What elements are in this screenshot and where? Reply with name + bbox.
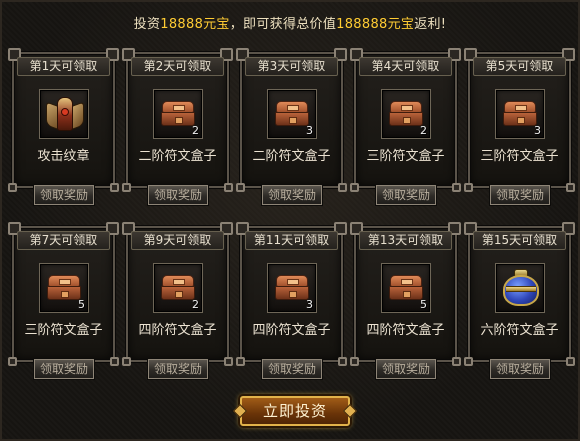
item-name: 三阶符文盒子 — [480, 149, 559, 164]
banner-middle: ，即可获得总价值 — [229, 16, 337, 32]
investment-panel: 投资 18888元宝 ，即可获得总价值 188888元宝 返利! 第1天可领取 攻击纹章… — [0, 0, 580, 441]
item-name: 三阶符文盒子 — [366, 149, 445, 164]
rune-box-icon — [161, 275, 195, 301]
rune-box-icon — [503, 101, 537, 127]
day-label: 第11天可领取 — [245, 231, 338, 250]
day-label: 第15天可领取 — [473, 231, 566, 250]
rune-box-icon — [275, 275, 309, 301]
rune-box-icon — [275, 101, 309, 127]
item-slot[interactable] — [39, 89, 89, 139]
rune-box-icon — [389, 101, 423, 127]
claim-reward-button[interactable]: 领取奖励 — [375, 184, 437, 206]
item-name: 四阶符文盒子 — [138, 323, 217, 338]
day-label: 第1天可领取 — [17, 57, 110, 76]
reward-grid: 第1天可领取 攻击纹章 领取奖励 第2天可领取 2 二阶符文盒子 领取奖励 第3… — [8, 42, 577, 384]
rune-box-icon — [389, 275, 423, 301]
banner-amount: 18888元宝 — [160, 16, 230, 32]
item-name: 二阶符文盒子 — [252, 149, 331, 164]
reward-card: 第13天可领取 5 四阶符文盒子 领取奖励 — [350, 216, 463, 384]
item-count: 2 — [192, 124, 199, 137]
claim-reward-button[interactable]: 领取奖励 — [261, 184, 323, 206]
claim-reward-button[interactable]: 领取奖励 — [489, 184, 551, 206]
claim-reward-button[interactable]: 领取奖励 — [33, 358, 95, 380]
reward-card: 第5天可领取 3 三阶符文盒子 领取奖励 — [464, 42, 577, 210]
item-slot[interactable] — [495, 263, 545, 313]
item-name: 攻击纹章 — [37, 149, 90, 164]
rune-box-icon — [161, 101, 195, 127]
item-count: 3 — [306, 124, 313, 137]
item-slot[interactable]: 3 — [267, 263, 317, 313]
item-name: 四阶符文盒子 — [366, 323, 445, 338]
claim-reward-button[interactable]: 领取奖励 — [489, 358, 551, 380]
item-slot[interactable]: 5 — [381, 263, 431, 313]
rune-box-icon — [47, 275, 81, 301]
item-count: 2 — [420, 124, 427, 137]
claim-reward-button[interactable]: 领取奖励 — [375, 358, 437, 380]
jar-icon — [503, 269, 539, 309]
reward-card: 第7天可领取 5 三阶符文盒子 领取奖励 — [8, 216, 121, 384]
day-label: 第13天可领取 — [359, 231, 452, 250]
reward-card: 第3天可领取 3 二阶符文盒子 领取奖励 — [236, 42, 349, 210]
item-count: 3 — [534, 124, 541, 137]
item-count: 2 — [192, 298, 199, 311]
item-slot[interactable]: 2 — [153, 263, 203, 313]
item-slot[interactable]: 5 — [39, 263, 89, 313]
day-label: 第2天可领取 — [131, 57, 224, 76]
reward-card: 第4天可领取 2 三阶符文盒子 领取奖励 — [350, 42, 463, 210]
banner-total: 188888元宝 — [336, 16, 415, 32]
reward-card: 第9天可领取 2 四阶符文盒子 领取奖励 — [122, 216, 235, 384]
item-slot[interactable]: 2 — [381, 89, 431, 139]
item-count: 5 — [78, 298, 85, 311]
item-count: 3 — [306, 298, 313, 311]
item-count: 5 — [420, 298, 427, 311]
claim-reward-button[interactable]: 领取奖励 — [147, 358, 209, 380]
item-name: 四阶符文盒子 — [252, 323, 331, 338]
item-name: 六阶符文盒子 — [480, 323, 559, 338]
claim-reward-button[interactable]: 领取奖励 — [147, 184, 209, 206]
day-label: 第5天可领取 — [473, 57, 566, 76]
reward-card: 第15天可领取 六阶符文盒子 领取奖励 — [464, 216, 577, 384]
item-slot[interactable]: 3 — [267, 89, 317, 139]
item-slot[interactable]: 2 — [153, 89, 203, 139]
item-slot[interactable]: 3 — [495, 89, 545, 139]
reward-card: 第2天可领取 2 二阶符文盒子 领取奖励 — [122, 42, 235, 210]
investment-banner: 投资 18888元宝 ，即可获得总价值 188888元宝 返利! — [2, 2, 578, 42]
banner-prefix: 投资 — [133, 16, 161, 32]
invest-now-button[interactable]: 立即投资 — [240, 396, 350, 426]
item-name: 三阶符文盒子 — [24, 323, 103, 338]
badge-icon — [46, 95, 84, 135]
day-label: 第4天可领取 — [359, 57, 452, 76]
day-label: 第3天可领取 — [245, 57, 338, 76]
reward-card: 第1天可领取 攻击纹章 领取奖励 — [8, 42, 121, 210]
reward-card: 第11天可领取 3 四阶符文盒子 领取奖励 — [236, 216, 349, 384]
day-label: 第7天可领取 — [17, 231, 110, 250]
claim-reward-button[interactable]: 领取奖励 — [261, 358, 323, 380]
day-label: 第9天可领取 — [131, 231, 224, 250]
banner-suffix: 返利! — [414, 16, 447, 32]
claim-reward-button[interactable]: 领取奖励 — [33, 184, 95, 206]
item-name: 二阶符文盒子 — [138, 149, 217, 164]
